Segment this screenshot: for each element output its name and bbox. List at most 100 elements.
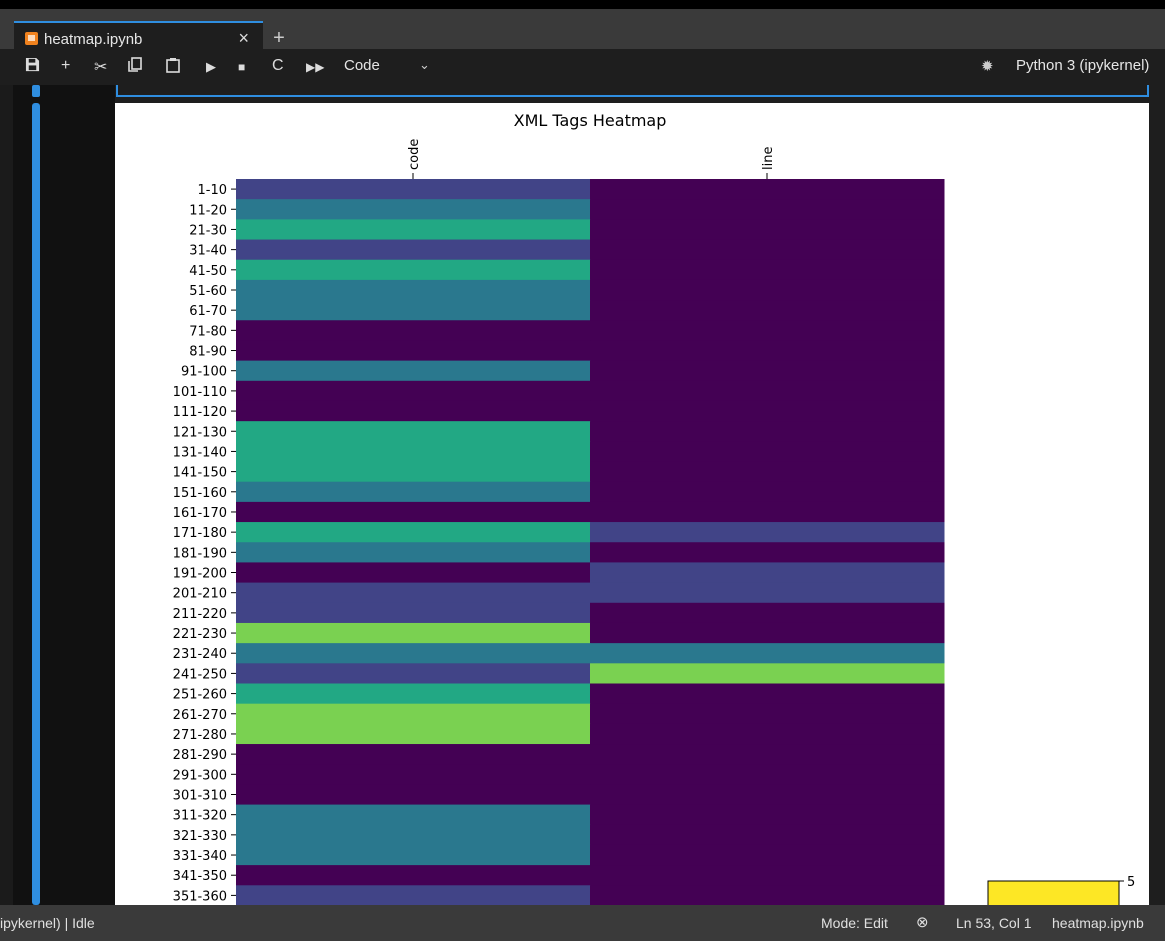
- save-icon[interactable]: [25, 57, 40, 77]
- heatmap-cell: [236, 602, 591, 624]
- heatmap-cell: [236, 784, 591, 806]
- heatmap-cell: [590, 441, 945, 463]
- kernel-name[interactable]: Python 3 (ipykernel): [1016, 57, 1149, 74]
- x-tick-label: line: [761, 147, 776, 170]
- copy-icon[interactable]: [128, 57, 142, 77]
- y-tick-label: 11-20: [189, 203, 227, 218]
- y-tick-label: 181-190: [173, 546, 227, 561]
- previous-cell-border: [116, 85, 1149, 97]
- heatmap-cell: [236, 219, 591, 241]
- y-tick-label: 131-140: [173, 445, 227, 460]
- heatmap-cell: [590, 824, 945, 846]
- heatmap-cell: [590, 582, 945, 604]
- status-filename: heatmap.ipynb: [1052, 915, 1144, 931]
- heatmap-cell: [236, 441, 591, 463]
- heatmap-cell: [236, 744, 591, 765]
- heatmap-cell: [236, 259, 591, 281]
- kernel-status[interactable]: ipykernel) | Idle: [0, 915, 95, 931]
- heatmap-cell: [590, 380, 945, 402]
- heatmap-cell: [590, 622, 945, 644]
- y-tick-label: 161-170: [173, 506, 227, 521]
- left-gutter: [0, 85, 13, 905]
- heatmap-cell: [236, 340, 591, 362]
- heatmap-cell: [590, 663, 945, 684]
- chevron-down-icon[interactable]: ⌄: [419, 57, 430, 73]
- output-collapser[interactable]: [32, 103, 40, 905]
- y-tick-label: 191-200: [173, 567, 227, 582]
- heatmap-cell: [590, 421, 945, 442]
- y-tick-label: 71-80: [189, 324, 227, 339]
- cell-type-select[interactable]: Code: [344, 57, 380, 74]
- notebook-toolbar: + ✂ ▶ ■ C ▶▶ Code ⌄ ✹ Python 3 (ipykerne…: [0, 49, 1165, 85]
- heatmap-cell: [590, 461, 945, 483]
- cell-prompt-column: [13, 85, 115, 905]
- y-tick-label: 21-30: [189, 223, 227, 238]
- restart-icon[interactable]: C: [272, 57, 284, 75]
- heatmap-cell: [590, 703, 945, 725]
- status-bar: ipykernel) | Idle Mode: Edit ⊗ Ln 53, Co…: [0, 905, 1165, 941]
- heatmap-cell: [236, 723, 591, 745]
- heatmap-cell: [236, 885, 591, 905]
- y-tick-label: 91-100: [181, 365, 227, 380]
- heatmap-cell: [236, 804, 591, 826]
- heatmap-cell: [236, 320, 591, 341]
- tab-bar: heatmap.ipynb × +: [0, 9, 1165, 58]
- paste-icon[interactable]: [166, 57, 180, 78]
- heatmap-cell: [590, 320, 945, 341]
- heatmap-cell: [236, 562, 591, 584]
- colorbar-segment: [987, 880, 1120, 905]
- heatmap-cell: [590, 844, 945, 866]
- heatmap-cell: [236, 300, 591, 321]
- x-tick-label: code: [407, 139, 422, 170]
- heatmap-cell: [236, 522, 591, 543]
- heatmap-cell: [590, 501, 945, 523]
- y-tick-label: 261-270: [173, 708, 227, 723]
- heatmap-cell: [590, 179, 945, 200]
- y-tick-label: 331-340: [173, 849, 227, 864]
- heatmap-cell: [590, 784, 945, 806]
- y-tick-label: 221-230: [173, 627, 227, 642]
- heatmap-cell: [590, 643, 945, 664]
- window-top-edge: [0, 0, 1165, 9]
- y-tick-label: 251-260: [173, 688, 227, 703]
- heatmap-cell: [236, 461, 591, 483]
- heatmap-cell: [590, 865, 945, 886]
- y-tick-label: 201-210: [173, 587, 227, 602]
- heatmap-cell: [236, 239, 591, 261]
- heatmap-cell: [236, 643, 591, 664]
- y-tick-label: 241-250: [173, 667, 227, 682]
- y-tick-label: 51-60: [189, 284, 227, 299]
- heatmap-cell: [236, 703, 591, 725]
- run-icon[interactable]: ▶: [206, 59, 216, 75]
- y-tick-label: 31-40: [189, 244, 227, 259]
- mode-indicator[interactable]: Mode: Edit: [821, 915, 888, 931]
- heatmap-cell: [236, 542, 591, 563]
- close-icon[interactable]: ×: [238, 28, 249, 49]
- y-tick-label: 271-280: [173, 728, 227, 743]
- heatmap-cell: [236, 663, 591, 684]
- heatmap-cell: [590, 764, 945, 785]
- cut-icon[interactable]: ✂: [94, 57, 107, 77]
- heatmap-cell: [590, 683, 945, 705]
- run-all-icon[interactable]: ▶▶: [306, 60, 324, 74]
- add-cell-icon[interactable]: +: [61, 57, 70, 75]
- heatmap-cell: [590, 562, 945, 584]
- y-tick-label: 81-90: [189, 345, 227, 360]
- heatmap-cell: [590, 259, 945, 281]
- y-tick-label: 141-150: [173, 466, 227, 481]
- heatmap-cell: [236, 844, 591, 866]
- heatmap-cell: [236, 360, 591, 382]
- y-tick-label: 111-120: [173, 405, 227, 420]
- y-tick-label: 101-110: [173, 385, 227, 400]
- y-tick-label: 61-70: [189, 304, 227, 319]
- heatmap-cell: [236, 501, 591, 523]
- heatmap-cell: [236, 481, 591, 503]
- debugger-icon[interactable]: ✹: [981, 57, 994, 75]
- right-margin: [1149, 85, 1165, 905]
- shield-icon[interactable]: ⊗: [916, 913, 929, 931]
- stop-icon[interactable]: ■: [238, 60, 245, 74]
- y-tick-label: 171-180: [173, 526, 227, 541]
- cursor-position[interactable]: Ln 53, Col 1: [956, 915, 1032, 931]
- heatmap-cell: [590, 602, 945, 624]
- previous-cell-collapser[interactable]: [32, 85, 40, 97]
